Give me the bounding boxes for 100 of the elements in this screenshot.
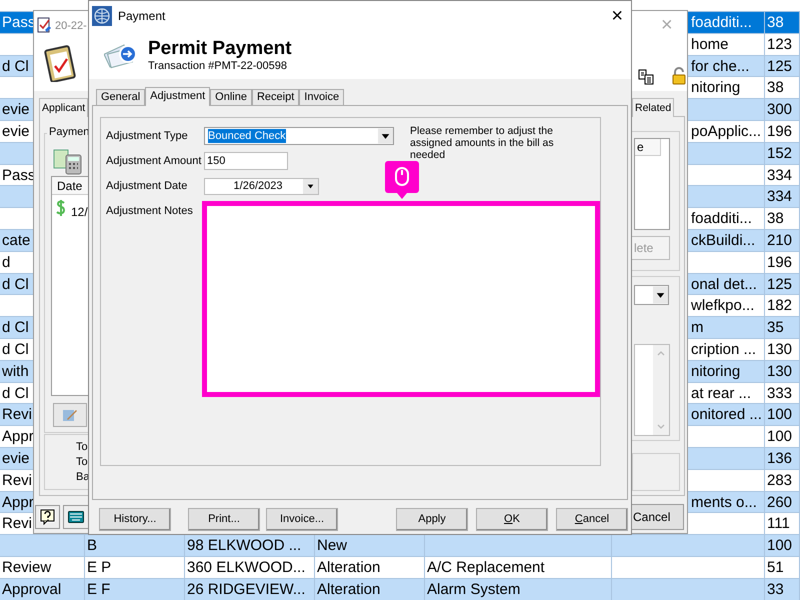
table-cell-text: 300	[766, 101, 792, 118]
table-cell-text: 33	[766, 580, 784, 598]
table-cell-text: 26 RIDGEVIEW...	[186, 580, 306, 598]
table-cell-text: 51	[766, 558, 784, 576]
table-cell-text: Appr	[1, 494, 34, 511]
table-cell-text: d Cl	[1, 384, 29, 402]
help-icon	[40, 509, 56, 525]
transaction-number: Transaction #PMT-22-00598	[148, 60, 288, 72]
table-cell-text: 111	[766, 515, 790, 532]
table-cell-text: onitored ...	[690, 406, 762, 424]
dialog-heading: Permit Payment	[148, 38, 292, 60]
table-cell-text: 152	[766, 144, 792, 162]
dropdown-field[interactable]	[634, 285, 669, 305]
field-label: Adjustment Amount	[106, 154, 202, 169]
table-cell-text: d Cl	[1, 276, 29, 293]
table-cell-text: 334	[766, 166, 792, 184]
table-row[interactable]: B 98 ELKWOOD ... New 100	[0, 535, 800, 557]
table-cell-text: B	[86, 537, 98, 554]
table-cell-text: Alteration	[316, 558, 380, 576]
table-cell-text: wlefkpo...	[690, 297, 754, 314]
table-cell-text: at rear ...	[690, 384, 752, 402]
table-cell-text: 100	[766, 406, 792, 424]
tab[interactable]: Online	[210, 89, 252, 105]
table-cell-text: 333	[766, 384, 792, 402]
window-title: 20-22-	[55, 19, 87, 34]
table-cell-text: 12/	[71, 204, 88, 221]
table-cell-text: ckBuildi...	[690, 232, 756, 249]
table-cell-text: poApplic...	[690, 122, 762, 140]
mouse-icon	[385, 161, 419, 201]
table-cell-text: 38	[766, 14, 784, 31]
edit-icon	[62, 407, 78, 423]
table-row[interactable]: Review E P 360 ELKWOOD... Alteration A/C Replacement 51	[0, 556, 800, 579]
dialog-button[interactable]: Invoice...	[266, 508, 338, 531]
table-cell-text: Alteration	[316, 580, 380, 598]
table-cell-text: Review	[1, 558, 52, 576]
table-cell-text: 100	[766, 428, 792, 446]
table-cell-text: evie	[1, 450, 30, 467]
table-cell-text: 38	[766, 210, 784, 228]
help-button[interactable]	[35, 505, 60, 529]
table-cell-text: 130	[766, 362, 792, 380]
amount-field[interactable]: 150	[204, 152, 288, 170]
documents-icon[interactable]	[638, 69, 654, 85]
table-cell-text: E P	[86, 558, 112, 576]
table-cell-text: Alarm System	[426, 580, 520, 598]
tab[interactable]: Invoice	[299, 89, 344, 105]
field-label: Adjustment Notes	[106, 204, 194, 219]
table-cell-text: cate	[1, 232, 30, 249]
total-label: To	[76, 455, 88, 470]
table-cell-text: 125	[766, 276, 792, 293]
table-cell-text: A/C Replacement	[426, 558, 545, 576]
table-cell-text: 125	[766, 58, 792, 75]
table-cell-text: 130	[766, 340, 792, 358]
table-cell-text: with	[1, 362, 29, 380]
table-cell-text: d	[1, 254, 10, 271]
table-cell-text: 123	[766, 36, 792, 53]
table-cell-text: Revi	[1, 406, 32, 424]
globe-icon	[92, 6, 112, 26]
note-text: Please remember to adjust the assigned amounts in the bill as needed	[410, 125, 555, 163]
table-cell-text: evie	[1, 101, 30, 118]
table-cell-text: 182	[766, 297, 792, 314]
close-icon[interactable]: ×	[611, 6, 623, 26]
dollar-icon	[56, 200, 66, 216]
date-picker[interactable]: 1/26/2023	[204, 178, 319, 194]
dialog-button[interactable]: OK	[476, 508, 548, 531]
field-label: Adjustment Type	[106, 128, 189, 144]
table-cell-text: Approval	[1, 580, 62, 598]
dialog-button[interactable]: Cancel	[556, 508, 628, 531]
dialog-button[interactable]: Apply	[396, 508, 468, 531]
table-cell-text: Appr	[1, 428, 34, 446]
tab[interactable]: Adjustment	[145, 87, 210, 106]
table-cell-text: 196	[766, 122, 792, 140]
dialog-button[interactable]: History...	[99, 508, 171, 531]
notes-field[interactable]	[202, 201, 600, 397]
table-cell-text: evie	[1, 122, 30, 140]
selected-value: Bounced Check	[208, 129, 286, 143]
table-cell-text: 196	[766, 254, 792, 271]
table-cell-text: d Cl	[1, 319, 29, 336]
scrollbar-icon	[653, 345, 669, 435]
total-label: To	[76, 440, 88, 455]
table-cell-text: 100	[766, 537, 792, 554]
tab[interactable]: Applicant	[39, 98, 88, 117]
table-cell-text: for che...	[690, 58, 750, 75]
table-cell-text: 136	[766, 450, 792, 467]
dialog-button[interactable]: Print...	[188, 508, 260, 531]
table-cell-text: foadditi...	[690, 210, 752, 228]
table-cell-text: d Cl	[1, 58, 29, 75]
window-title: Payment	[118, 8, 166, 25]
table-cell-text: nitoring	[690, 362, 740, 380]
table-cell-text: cription ...	[690, 340, 756, 358]
tab[interactable]: General	[96, 89, 146, 105]
table-cell-text: New	[316, 537, 348, 554]
tab[interactable]: Receipt	[252, 89, 300, 105]
table-row[interactable]: Approval E F 26 RIDGEVIEW... Alteration Alarm System 33	[0, 578, 800, 600]
keyboard-button[interactable]	[63, 505, 89, 529]
table-cell-text: ments o...	[690, 494, 757, 511]
lock-icon[interactable]	[671, 67, 687, 85]
adjustment-type-dropdown[interactable]: Bounced Check	[204, 127, 394, 145]
tab[interactable]: Related	[632, 98, 674, 117]
table-cell-text: Revi	[1, 472, 32, 489]
table-cell-text: onal det...	[690, 276, 757, 293]
